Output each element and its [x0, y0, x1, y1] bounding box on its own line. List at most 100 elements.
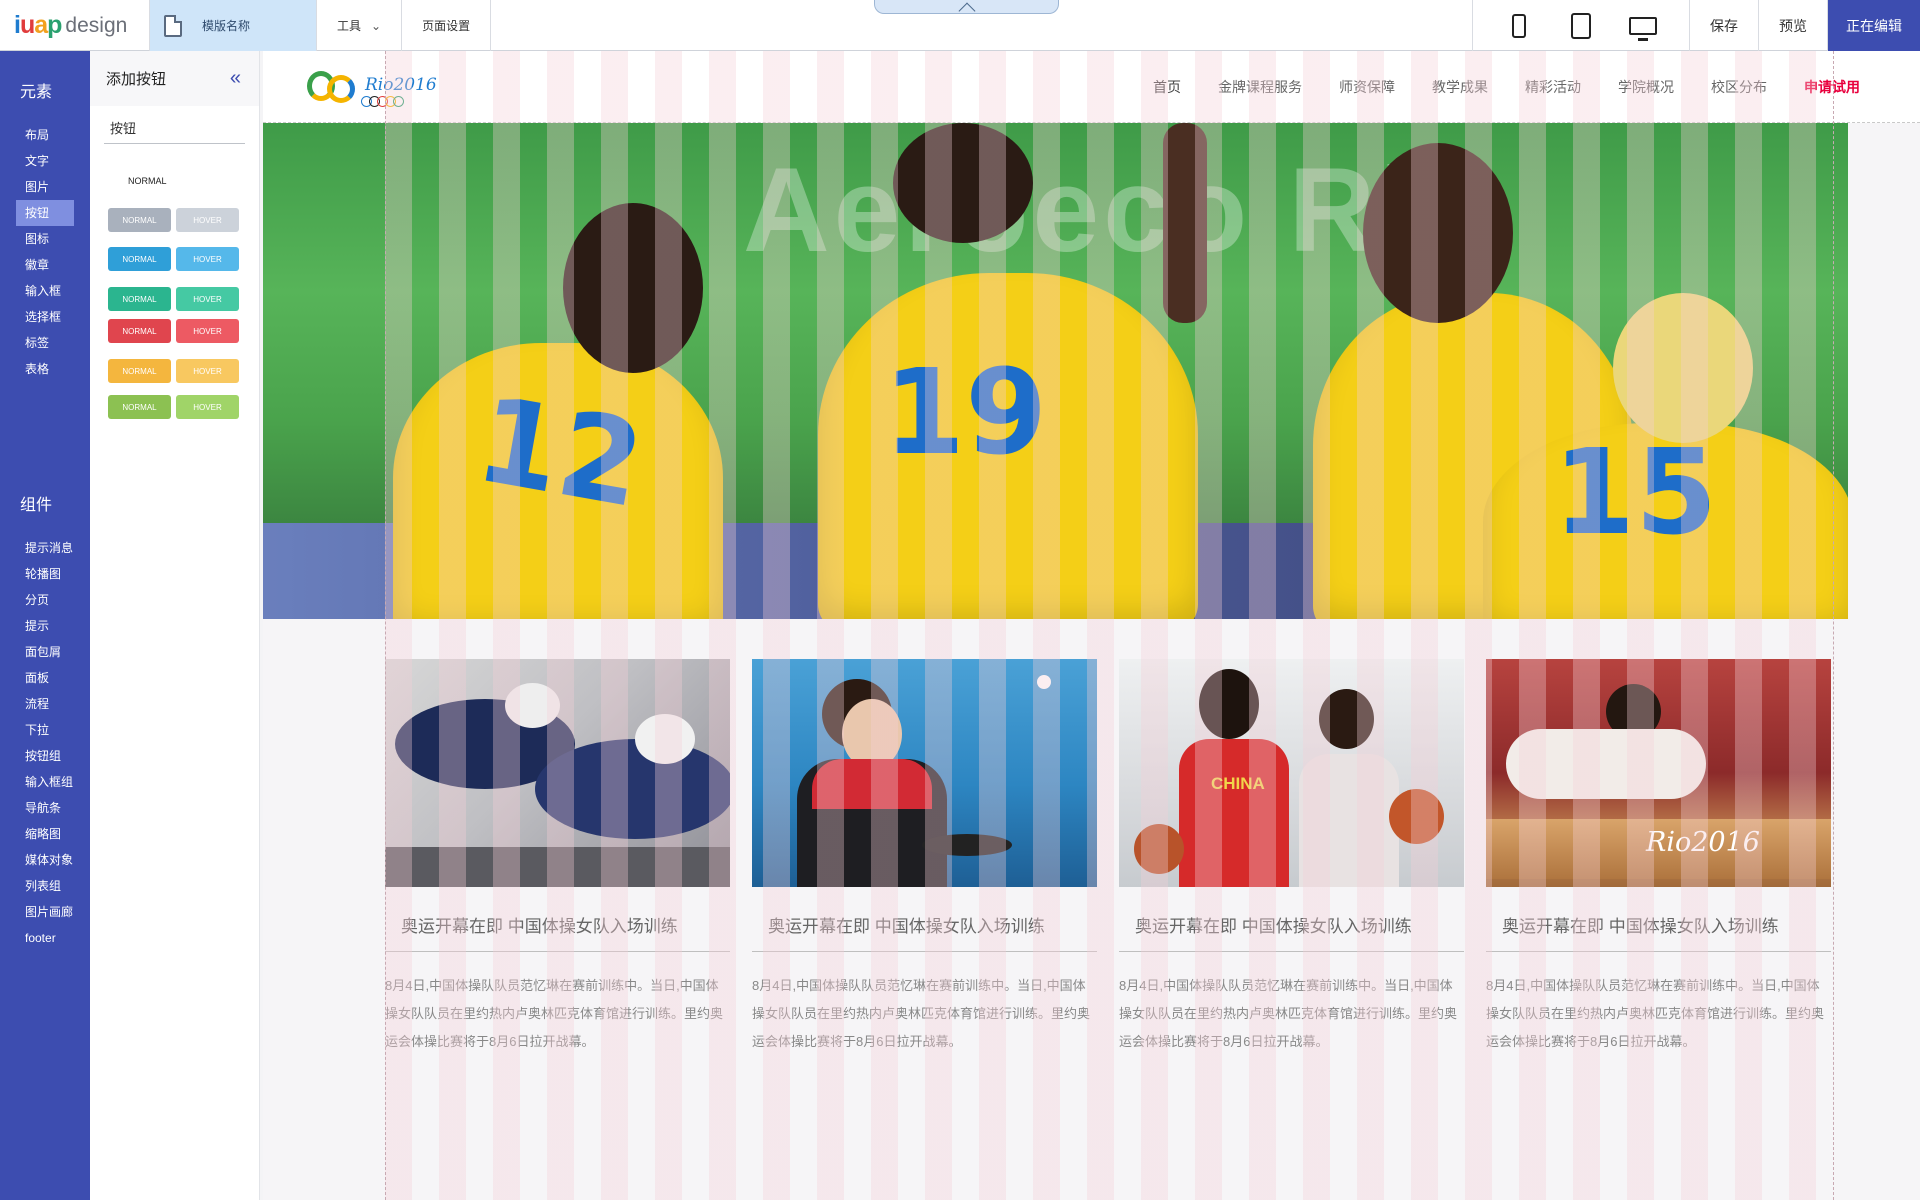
rail-item-footer[interactable]: footer: [0, 925, 90, 951]
panel-search-input[interactable]: 按钮: [104, 114, 245, 144]
hero-banner-image[interactable]: Aeroeco Rio 12 19 15: [263, 123, 1848, 619]
nav-about[interactable]: 学院概况: [1618, 77, 1674, 97]
page-settings-label: 页面设置: [422, 19, 471, 33]
rail-item-thumbnail[interactable]: 缩略图: [0, 821, 90, 847]
rail-item-dropdown[interactable]: 下拉: [0, 717, 90, 743]
rio-emblem-icon: [307, 65, 361, 107]
news-card-description: 8月4日,中国体操队队员范忆琳在赛前训练中。当日,中国体操女队队员在里约热内卢奥…: [1486, 978, 1825, 1049]
olympic-rings-icon: [361, 96, 437, 107]
rail-item-navbar[interactable]: 导航条: [0, 795, 90, 821]
green-hover-button[interactable]: HOVER: [176, 395, 239, 419]
save-button[interactable]: 保存: [1689, 0, 1758, 51]
gray-hover-button[interactable]: HOVER: [176, 208, 239, 232]
blue-normal-button[interactable]: NORMAL: [108, 247, 171, 271]
rail-item-tag[interactable]: 标签: [0, 330, 90, 356]
nav-activities[interactable]: 精彩活动: [1525, 77, 1581, 97]
rail-item-list-group[interactable]: 列表组: [0, 873, 90, 899]
player-19-raised-arm: [1163, 123, 1207, 323]
blue-hover-button[interactable]: HOVER: [176, 247, 239, 271]
rail-item-media-object[interactable]: 媒体对象: [0, 847, 90, 873]
rail-item-gallery[interactable]: 图片画廊: [0, 899, 90, 925]
news-card[interactable]: CHINA 奥运开幕在即 中国体操女队入场训练 8月4日,中国体操队队员范忆琳在…: [1119, 659, 1464, 1056]
phone-view-button[interactable]: [1488, 0, 1550, 51]
rio-sign-text: Rio2016: [1646, 827, 1760, 858]
news-card-title: 奥运开幕在即 中国体操女队入场训练: [752, 887, 1097, 952]
jersey-number-12: 12: [467, 369, 653, 535]
gymnastics-photo: Rio2016: [1486, 659, 1831, 887]
rail-item-input-group[interactable]: 输入框组: [0, 769, 90, 795]
player-19-head: [893, 123, 1033, 243]
basketball-photo: CHINA: [1119, 659, 1464, 887]
jersey-number-15: 15: [1553, 423, 1718, 561]
news-card[interactable]: 奥运开幕在即 中国体操女队入场训练 8月4日,中国体操队队员范忆琳在赛前训练中。…: [385, 659, 730, 1056]
rail-item-steps[interactable]: 流程: [0, 691, 90, 717]
design-canvas[interactable]: Rio2016 首页 金牌课程服务 师资保障 教学成果 精彩活动 学院概况 校区…: [263, 51, 1920, 1200]
nav-home[interactable]: 首页: [1153, 77, 1181, 97]
desktop-view-button[interactable]: [1612, 0, 1674, 51]
rail-item-text[interactable]: 文字: [0, 148, 90, 174]
rail-item-image[interactable]: 图片: [0, 174, 90, 200]
table-tennis-photo: [752, 659, 1097, 887]
nav-results[interactable]: 教学成果: [1432, 77, 1488, 97]
collapse-panel-icon[interactable]: «: [230, 67, 241, 90]
news-card-description: 8月4日,中国体操队队员范忆琳在赛前训练中。当日,中国体操女队队员在里约热内卢奥…: [752, 978, 1091, 1049]
rail-item-select[interactable]: 选择框: [0, 304, 90, 330]
button-style-row-red: NORMAL HOVER: [108, 319, 259, 343]
app-logo[interactable]: iuap design: [0, 0, 150, 51]
button-style-row-teal: NORMAL HOVER: [108, 287, 259, 311]
rail-item-panel[interactable]: 面板: [0, 665, 90, 691]
red-normal-button[interactable]: NORMAL: [108, 319, 171, 343]
tablet-view-button[interactable]: [1550, 0, 1612, 51]
player-12-head: [563, 203, 703, 373]
rail-item-input[interactable]: 输入框: [0, 278, 90, 304]
yellow-hover-button[interactable]: HOVER: [176, 359, 239, 383]
nav-campuses[interactable]: 校区分布: [1711, 77, 1767, 97]
china-jersey-text: CHINA: [1211, 774, 1265, 793]
components-heading: 组件: [20, 497, 53, 514]
site-navbar[interactable]: Rio2016 首页 金牌课程服务 师资保障 教学成果 精彩活动 学院概况 校区…: [263, 51, 1920, 123]
rail-item-breadcrumb[interactable]: 面包屑: [0, 639, 90, 665]
button-style-row-blue: NORMAL HOVER: [108, 247, 259, 271]
teal-hover-button[interactable]: HOVER: [176, 287, 239, 311]
news-card-title: 奥运开幕在即 中国体操女队入场训练: [1119, 887, 1464, 952]
preview-button[interactable]: 预览: [1758, 0, 1827, 51]
rail-item-badge[interactable]: 徽章: [0, 252, 90, 278]
tablet-icon: [1571, 12, 1591, 39]
normal-state-label: NORMAL: [128, 176, 167, 186]
add-button-panel: 添加按钮 « 按钮 NORMAL NORMAL HOVER NORMAL HOV…: [90, 51, 260, 1200]
rail-item-pagination[interactable]: 分页: [0, 587, 90, 613]
desktop-icon: [1629, 16, 1657, 41]
green-normal-button[interactable]: NORMAL: [108, 395, 171, 419]
rail-item-icon[interactable]: 图标: [0, 226, 90, 252]
red-hover-button[interactable]: HOVER: [176, 319, 239, 343]
gray-normal-button[interactable]: NORMAL: [108, 208, 171, 232]
document-icon: [164, 14, 182, 37]
jersey-number-19: 19: [883, 343, 1048, 481]
teal-normal-button[interactable]: NORMAL: [108, 287, 171, 311]
tools-menu-button[interactable]: 工具 ⌄: [317, 0, 403, 51]
logo-design-text: design: [65, 13, 128, 37]
left-rail: 元素 布局 文字 图片 按钮 图标 徽章 输入框 选择框 标签 表格 组件 提示…: [0, 51, 90, 1200]
news-card[interactable]: 奥运开幕在即 中国体操女队入场训练 8月4日,中国体操队队员范忆琳在赛前训练中。…: [752, 659, 1097, 1056]
components-section: 组件 提示消息 轮播图 分页 提示 面包屑 面板 流程 下拉 按钮组 输入框组 …: [0, 491, 90, 951]
collapse-toolbar-tab[interactable]: [874, 0, 1059, 19]
news-card[interactable]: Rio2016 奥运开幕在即 中国体操女队入场训练 8月4日,中国体操队队员范忆…: [1486, 659, 1831, 1056]
template-name-tab[interactable]: 模版名称: [150, 0, 317, 51]
site-logo[interactable]: Rio2016: [307, 65, 437, 107]
yellow-normal-button[interactable]: NORMAL: [108, 359, 171, 383]
elements-list: 布局 文字 图片 按钮 图标 徽章 输入框 选择框 标签 表格: [0, 122, 90, 382]
rail-item-table[interactable]: 表格: [0, 356, 90, 382]
nav-teachers[interactable]: 师资保障: [1339, 77, 1395, 97]
logo-iuap-wordmark: iuap: [14, 11, 62, 39]
rail-item-toast[interactable]: 提示消息: [0, 535, 90, 561]
device-switcher: [1472, 0, 1689, 51]
rail-item-tooltip[interactable]: 提示: [0, 613, 90, 639]
rail-item-layout[interactable]: 布局: [0, 122, 90, 148]
nav-gold-courses[interactable]: 金牌课程服务: [1218, 77, 1302, 97]
rail-item-carousel[interactable]: 轮播图: [0, 561, 90, 587]
rail-item-button[interactable]: 按钮: [16, 200, 74, 226]
rail-item-button-group[interactable]: 按钮组: [0, 743, 90, 769]
nav-apply-trial[interactable]: 申请试用: [1804, 77, 1860, 97]
editing-status-button[interactable]: 正在编辑: [1827, 0, 1920, 51]
page-settings-button[interactable]: 页面设置: [402, 0, 492, 51]
